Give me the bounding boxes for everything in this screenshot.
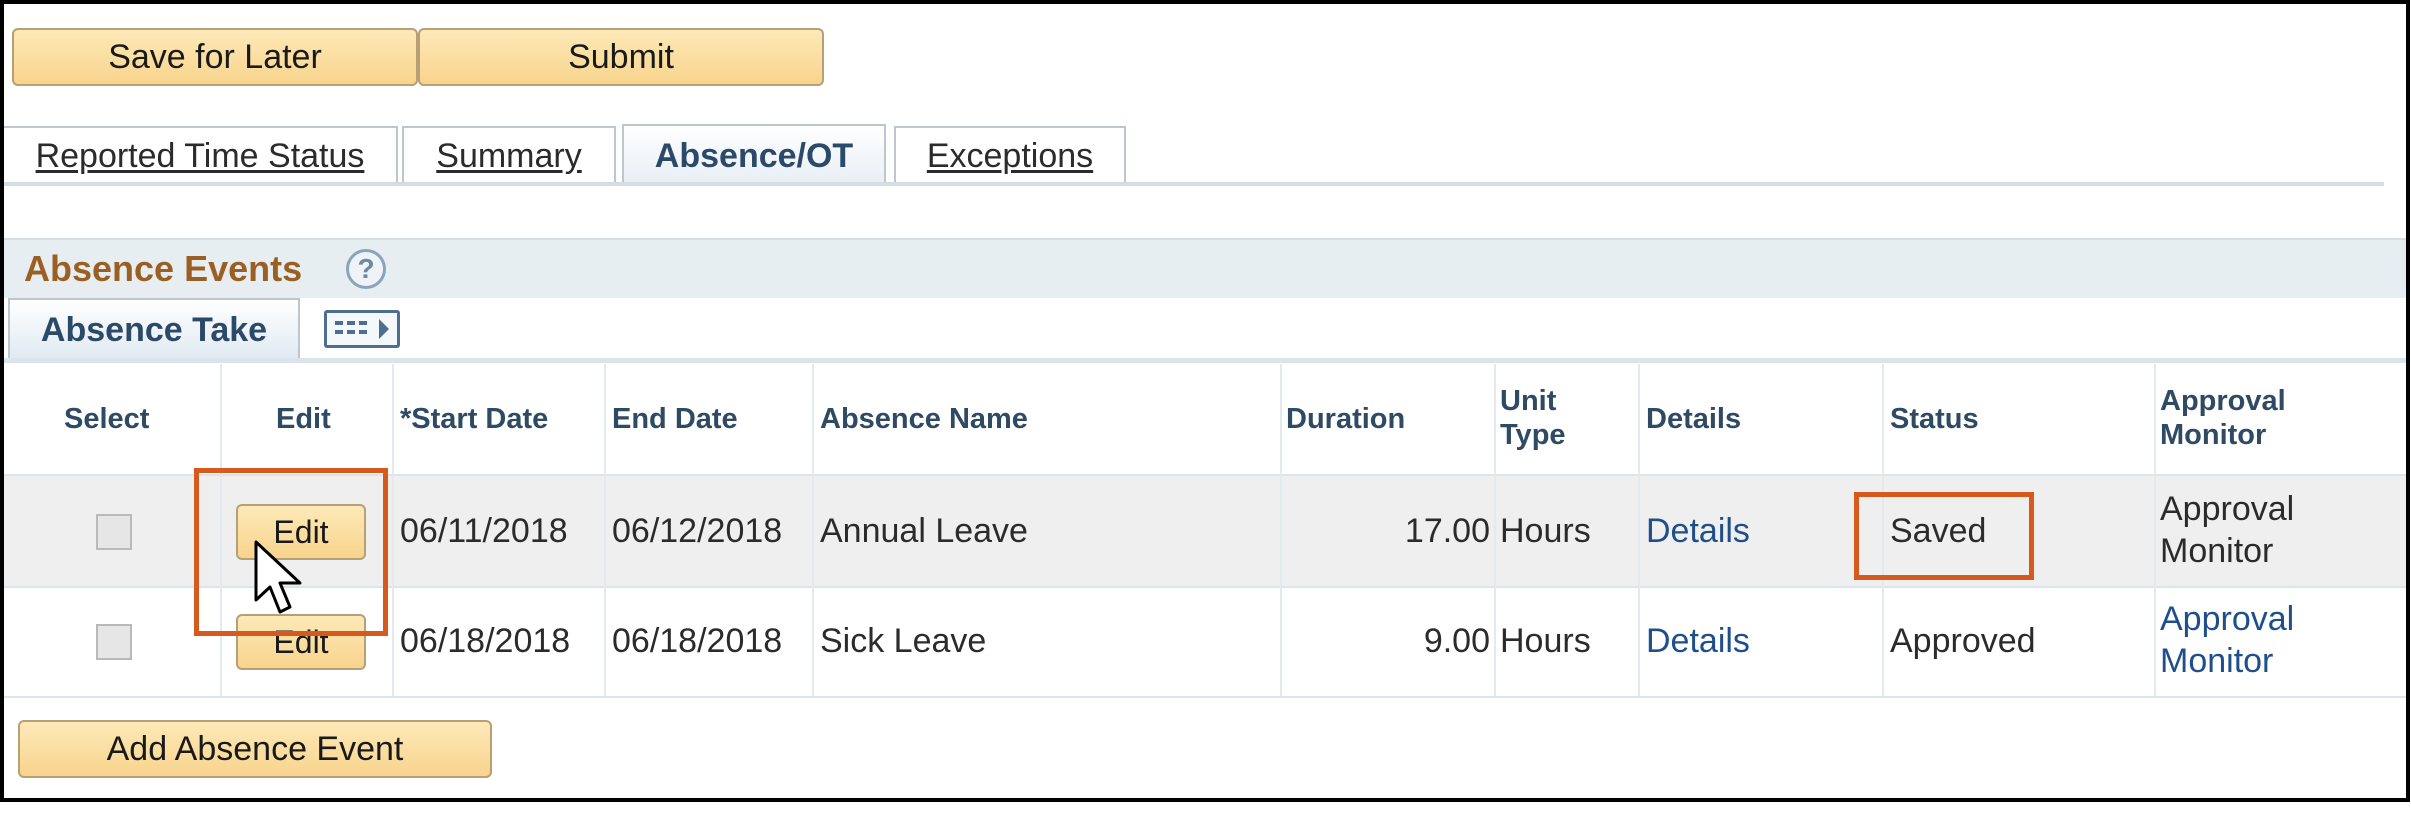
start-date-cell: 06/11/2018: [400, 512, 568, 550]
section-title: Absence Events: [24, 248, 303, 289]
column-divider: [1280, 364, 1282, 696]
start-date-cell: 06/18/2018: [400, 622, 571, 660]
status-cell: Approved: [1890, 622, 2036, 660]
column-divider: [392, 364, 394, 696]
add-absence-event-button[interactable]: Add Absence Event: [18, 720, 492, 778]
save-for-later-button[interactable]: Save for Later: [12, 28, 418, 86]
column-header-approval-monitor-line1: Approval: [2160, 385, 2286, 417]
page-frame: Save for Later Submit Reported Time Stat…: [0, 0, 2410, 802]
approval-monitor-line1: Approval: [2160, 600, 2295, 638]
absence-name-cell: Annual Leave: [820, 512, 1028, 550]
unit-type-cell: Hours: [1500, 622, 1591, 660]
column-header-approval-monitor: Approval Monitor: [2160, 384, 2286, 452]
tab-absence-ot[interactable]: Absence/OT: [622, 124, 886, 186]
grid-top-border: [4, 358, 2406, 363]
table-header: [4, 364, 2406, 474]
column-header-absence-name[interactable]: Absence Name: [820, 402, 1028, 436]
tab-reported-time-status[interactable]: Reported Time Status: [4, 126, 398, 184]
duration-cell: 9.00: [1423, 622, 1490, 660]
column-header-select: Select: [64, 403, 150, 435]
column-header-status[interactable]: Status: [1890, 402, 1979, 436]
status-highlight-box: [1854, 492, 2034, 580]
details-link[interactable]: Details: [1646, 510, 1750, 552]
row-select-checkbox[interactable]: [96, 624, 132, 660]
column-divider: [1494, 364, 1496, 696]
submit-button[interactable]: Submit: [418, 28, 824, 86]
column-header-duration[interactable]: Duration: [1286, 402, 1405, 436]
approval-monitor-line1: Approval: [2160, 490, 2295, 528]
mouse-pointer-icon: [252, 540, 308, 625]
approval-monitor-line2: Monitor: [2160, 532, 2274, 570]
details-link[interactable]: Details: [1646, 620, 1750, 662]
absence-name-cell: Sick Leave: [820, 622, 987, 660]
end-date-cell: 06/12/2018: [612, 512, 783, 550]
column-header-edit: Edit: [276, 403, 331, 435]
grid-view-icon[interactable]: [324, 310, 400, 348]
tab-exceptions[interactable]: Exceptions: [894, 126, 1126, 184]
help-icon[interactable]: ?: [346, 249, 386, 289]
column-header-unit-type-line2: Type: [1500, 419, 1566, 451]
approval-monitor-link[interactable]: Approval Monitor: [2160, 598, 2294, 682]
column-header-start-date[interactable]: *Start Date: [400, 402, 548, 436]
tab-summary[interactable]: Summary: [402, 126, 616, 184]
end-date-cell: 06/18/2018: [612, 622, 783, 660]
row-select-checkbox[interactable]: [96, 514, 132, 550]
unit-type-cell: Hours: [1500, 512, 1591, 550]
table-bottom-border: [4, 696, 2406, 698]
column-divider: [1638, 364, 1640, 696]
column-header-details: Details: [1646, 403, 1742, 435]
approval-monitor-cell: Approval Monitor: [2160, 488, 2294, 572]
column-header-unit-type[interactable]: Unit Type: [1500, 384, 1566, 452]
column-divider: [2154, 364, 2156, 696]
approval-monitor-line2: Monitor: [2160, 642, 2274, 680]
column-header-approval-monitor-line2: Monitor: [2160, 419, 2267, 451]
tab-divider: [4, 182, 2384, 186]
column-divider: [812, 364, 814, 696]
duration-cell: 17.00: [1404, 512, 1490, 550]
tab-absence-take[interactable]: Absence Take: [8, 298, 300, 360]
column-divider: [604, 364, 606, 696]
column-header-unit-type-line1: Unit: [1500, 385, 1557, 417]
column-header-end-date[interactable]: End Date: [612, 402, 738, 436]
